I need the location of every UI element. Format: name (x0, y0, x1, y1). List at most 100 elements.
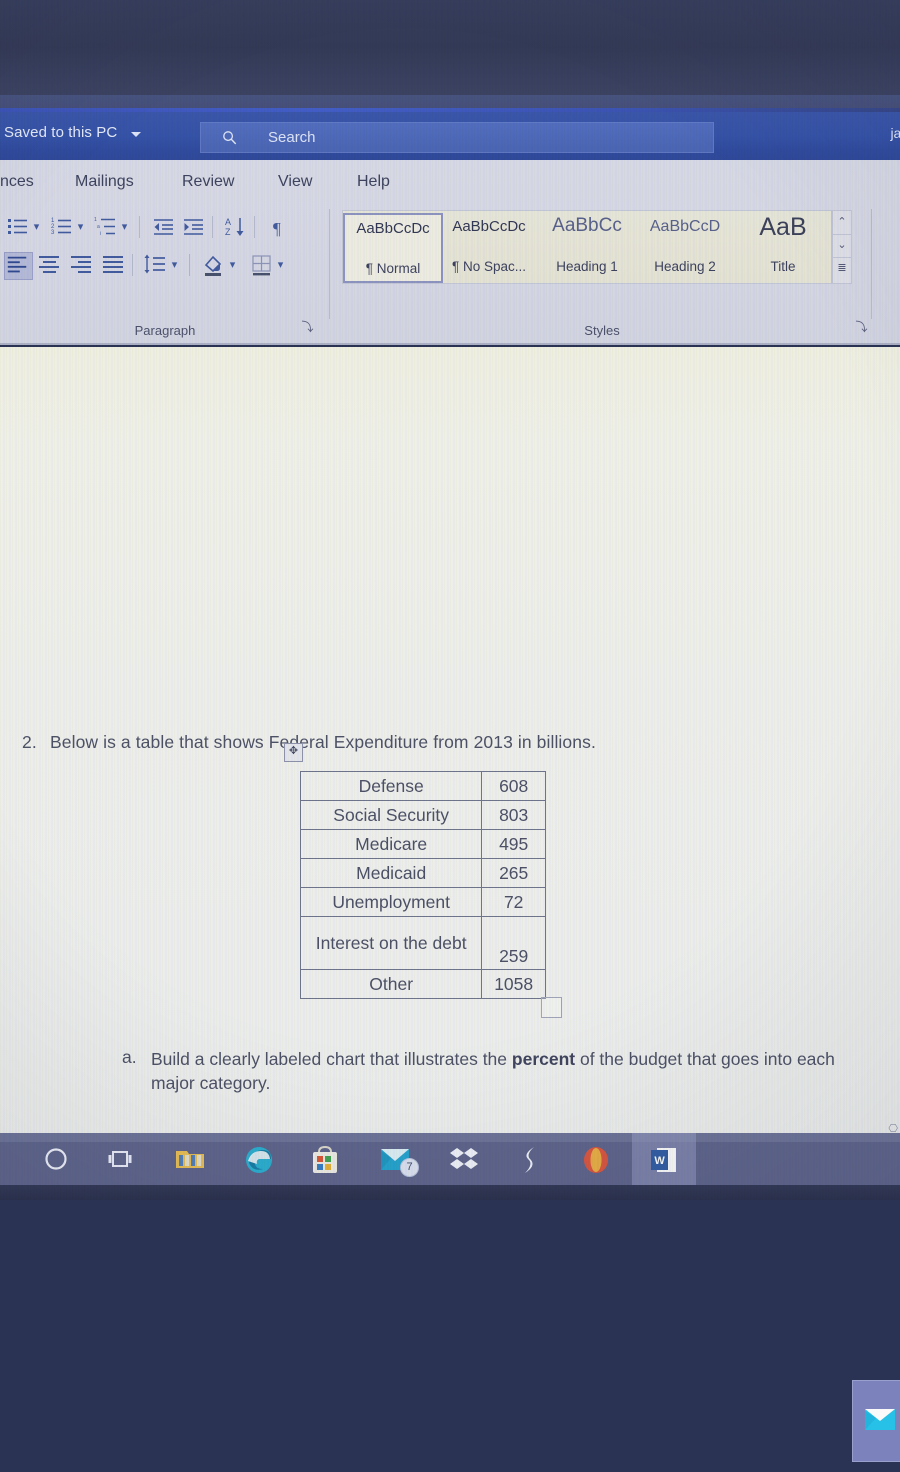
multilevel-list-dropdown-caret[interactable]: ▾ (119, 215, 130, 239)
svg-text:1: 1 (94, 217, 97, 223)
tab-review[interactable]: Review (182, 173, 234, 191)
taskbar-item-cortana[interactable] (24, 1133, 88, 1185)
table-cell-value[interactable]: 608 (481, 771, 546, 801)
align-center-icon[interactable] (36, 252, 63, 278)
toolbar-divider (189, 254, 190, 276)
table-cell-value[interactable]: 259 (481, 916, 546, 970)
document-page[interactable]: 2. Below is a table that shows Federal E… (0, 347, 900, 1462)
tab-references[interactable]: nces (0, 173, 34, 191)
taskbar-item-mail[interactable]: 7 (363, 1133, 427, 1185)
svg-text:3: 3 (51, 230, 55, 236)
show-formatting-marks-icon[interactable]: ¶ (266, 214, 293, 240)
sort-icon[interactable]: AZ (222, 214, 249, 240)
svg-text:A: A (225, 217, 231, 227)
taskbar-item-file-explorer[interactable] (158, 1133, 222, 1189)
s-app-icon (519, 1146, 541, 1174)
style-title[interactable]: AaB Title (735, 213, 831, 279)
style-name-heading-1: Heading 1 (556, 259, 618, 274)
numbering-dropdown-caret[interactable]: ▾ (75, 215, 86, 239)
line-spacing-dropdown-caret[interactable]: ▾ (169, 253, 180, 277)
taskbar-item-edge[interactable] (227, 1133, 291, 1185)
align-left-icon[interactable] (4, 252, 33, 280)
align-right-icon[interactable] (68, 252, 95, 278)
taskbar-item-s-app[interactable] (498, 1133, 562, 1185)
saved-state-label[interactable]: Saved to this PC (4, 124, 117, 141)
justify-icon[interactable] (100, 252, 127, 278)
bullets-dropdown-caret[interactable]: ▾ (31, 215, 42, 239)
table-row[interactable]: Other 1058 (299, 969, 546, 999)
decrease-indent-icon[interactable] (150, 214, 177, 240)
multilevel-list-icon[interactable]: 1ai (92, 214, 119, 240)
status-bar-corner: ⎔ (888, 1123, 898, 1135)
table-cell-category[interactable]: Defense (299, 771, 483, 801)
table-row[interactable]: Social Security 803 (299, 800, 546, 830)
styles-scroll-down-button[interactable]: ⌄ (833, 234, 851, 258)
chevron-down-icon[interactable] (131, 132, 141, 137)
style-heading-1[interactable]: AaBbCc Heading 1 (539, 213, 635, 279)
table-row[interactable]: Defense 608 (299, 771, 546, 801)
table-cell-category[interactable]: Medicaid (299, 858, 483, 888)
taskbar-item-opera[interactable] (564, 1133, 628, 1189)
monitor-bezel-bottom (0, 1185, 900, 1200)
table-cell-value[interactable]: 495 (481, 829, 546, 859)
table-cell-value[interactable]: 72 (481, 887, 546, 917)
toolbar-divider (254, 216, 255, 238)
table-cell-category[interactable]: Other (299, 969, 483, 999)
table-cell-category[interactable]: Interest on the debt (299, 916, 483, 970)
paragraph-dialog-launcher[interactable]: ⤵ (301, 321, 314, 334)
shading-icon[interactable] (200, 252, 227, 278)
table-resize-handle[interactable] (541, 997, 562, 1018)
toolbar-divider (212, 216, 213, 238)
table-row[interactable]: Unemployment 72 (299, 887, 546, 917)
taskbar-item-task-view[interactable] (88, 1133, 152, 1185)
tab-view[interactable]: View (278, 173, 312, 191)
style-no-spacing[interactable]: AaBbCcDc ¶ No Spac... (441, 213, 537, 279)
question-number: 2. (22, 732, 37, 752)
user-account-name[interactable]: jar (890, 125, 900, 141)
style-heading-2[interactable]: AaBbCcD Heading 2 (637, 213, 733, 279)
line-spacing-icon[interactable] (142, 252, 169, 278)
borders-dropdown-caret[interactable]: ▾ (275, 253, 286, 277)
mail-icon (865, 1409, 895, 1430)
table-cell-category[interactable]: Unemployment (299, 887, 483, 917)
ribbon: nces Mailings Review View Help ▾ 123 ▾ 1… (0, 160, 900, 345)
taskbar-item-dropbox[interactable] (432, 1133, 496, 1185)
styles-group-label: Styles (584, 323, 620, 338)
table-cell-category[interactable]: Medicare (299, 829, 483, 859)
store-icon (312, 1146, 338, 1174)
bullets-icon[interactable] (4, 214, 31, 240)
taskbar-item-word[interactable]: W (632, 1133, 696, 1189)
style-normal[interactable]: AaBbCcDc ¶ Normal (343, 213, 443, 283)
table-row[interactable]: Medicare 495 (299, 829, 546, 859)
shading-dropdown-caret[interactable]: ▾ (227, 253, 238, 277)
file-explorer-icon (175, 1146, 205, 1172)
table-cell-value[interactable]: 803 (481, 800, 546, 830)
table-row[interactable]: Medicaid 265 (299, 858, 546, 888)
styles-dialog-launcher[interactable]: ⤵ (855, 321, 868, 334)
numbering-icon[interactable]: 123 (48, 214, 75, 240)
tab-mailings[interactable]: Mailings (75, 173, 134, 191)
borders-icon[interactable] (248, 252, 275, 278)
table-cell-value[interactable]: 1058 (481, 969, 546, 999)
word-icon: W (651, 1146, 677, 1174)
styles-more-button[interactable]: ≣ (833, 257, 851, 280)
search-icon (222, 130, 237, 145)
table-move-handle[interactable]: ✥ (284, 743, 303, 762)
cortana-icon (43, 1146, 69, 1172)
increase-indent-icon[interactable] (180, 214, 207, 240)
dropbox-icon (450, 1146, 478, 1172)
windows-taskbar: 7 W (0, 1133, 900, 1189)
table-cell-category[interactable]: Social Security (299, 800, 483, 830)
tab-help[interactable]: Help (357, 173, 390, 191)
styles-scroll-up-button[interactable]: ⌃ (833, 211, 851, 235)
toolbar-divider (132, 254, 133, 276)
table-cell-value[interactable]: 265 (481, 858, 546, 888)
taskbar-item-store[interactable] (293, 1133, 357, 1185)
svg-text:W: W (654, 1155, 665, 1167)
mail-notification-toast[interactable] (852, 1380, 900, 1462)
mail-unread-badge: 7 (400, 1158, 419, 1177)
edge-icon (245, 1146, 273, 1174)
style-name-title: Title (770, 259, 796, 274)
table-row[interactable]: Interest on the debt 259 (299, 916, 546, 970)
federal-expenditure-table[interactable]: Defense 608 Social Security 803 Medicare… (299, 771, 546, 999)
